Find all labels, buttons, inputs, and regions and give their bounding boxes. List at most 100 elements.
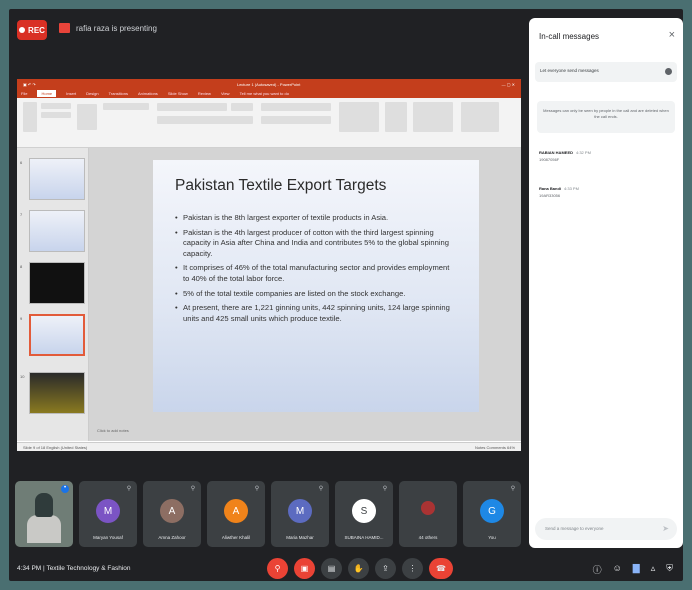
slide-bullets: Pakistan is the 8th largest exporter of … <box>175 213 457 324</box>
participant-name: Amna Zahoor <box>158 535 186 540</box>
avatar: S <box>352 499 376 523</box>
participant-tile-self[interactable]: • <box>15 481 73 547</box>
slide-thumbnail[interactable] <box>29 210 85 252</box>
meeting-details: 4:34 PM | Textile Technology & Fashion <box>17 565 131 572</box>
speaking-icon: • <box>61 485 69 493</box>
thumb-number: 9 <box>20 316 23 321</box>
message-text: 19087056F <box>539 157 560 162</box>
recording-badge[interactable]: REC <box>17 20 47 40</box>
ppt-tab[interactable]: Slide Show <box>168 91 188 96</box>
font-size-select[interactable] <box>231 103 253 111</box>
ppt-tab[interactable]: Design <box>86 91 98 96</box>
new-slide-button[interactable] <box>77 104 97 130</box>
ppt-tab[interactable]: Insert <box>66 91 76 96</box>
participant-tile[interactable]: ⚲ A Amna Zahoor <box>143 481 201 547</box>
participant-name: You <box>488 535 496 540</box>
chat-input-placeholder: Send a message to everyone <box>545 526 604 531</box>
arrange-button[interactable] <box>385 102 407 132</box>
avatar: G <box>480 499 504 523</box>
participant-name: 44 others <box>418 535 438 540</box>
slide-editor: Pakistan Textile Export Targets Pakistan… <box>89 148 521 441</box>
paste-button[interactable] <box>23 102 37 132</box>
bottom-bar: 4:34 PM | Textile Technology & Fashion ⚲… <box>9 557 683 581</box>
chat-panel: In-call messages × Let everyone send mes… <box>529 18 683 548</box>
participant-tile-others[interactable]: 44 others <box>399 481 457 547</box>
shared-screen: ▣ ↶ ↷ Lecture 1 (Autosaved) - PowerPoint… <box>17 79 521 451</box>
chat-input[interactable]: Send a message to everyone ➤ <box>535 518 677 540</box>
layout-button[interactable] <box>103 103 149 110</box>
participant-strip: • ⚲ M Maryan Yousaf ⚲ A Amna Zahoor ⚲ A … <box>15 481 521 549</box>
editing-buttons[interactable] <box>461 102 499 132</box>
paragraph-buttons[interactable] <box>261 103 331 111</box>
raise-hand-button[interactable]: ✋ <box>348 558 369 579</box>
avatar: M <box>96 499 120 523</box>
participant-name: SUBAINA HAMID... <box>344 535 384 540</box>
others-avatar-stack-icon <box>421 501 435 515</box>
mic-off-icon: ⚲ <box>510 486 516 492</box>
ppt-tab[interactable]: Review <box>198 91 211 96</box>
slide-thumbnail-selected[interactable] <box>29 314 85 356</box>
close-icon[interactable]: × <box>669 29 675 41</box>
toggle-switch-icon[interactable] <box>665 68 672 75</box>
shape-style-buttons[interactable] <box>413 102 453 132</box>
slide-thumbnail[interactable] <box>29 262 85 304</box>
thumb-number: 8 <box>20 264 23 269</box>
participant-tile[interactable]: ⚲ M Maria Mazhar <box>271 481 329 547</box>
notes-pane[interactable]: Click to add notes <box>97 428 129 433</box>
ppt-tell-me[interactable]: Tell me what you want to do <box>240 91 289 96</box>
separator: | <box>43 565 45 572</box>
more-options-button[interactable]: ⋮ <box>402 558 423 579</box>
ppt-tab[interactable]: Animations <box>138 91 158 96</box>
shapes-gallery[interactable] <box>339 102 379 132</box>
send-icon[interactable]: ➤ <box>662 524 669 533</box>
avatar: A <box>160 499 184 523</box>
host-controls-icon[interactable]: ⛨ <box>666 563 673 576</box>
chat-info-note: Messages can only be seen by people in t… <box>537 101 675 133</box>
ppt-tab[interactable]: File <box>21 91 27 96</box>
mic-off-button[interactable]: ⚲ <box>267 558 288 579</box>
participant-tile[interactable]: ⚲ S SUBAINA HAMID... <box>335 481 393 547</box>
leave-call-button[interactable]: ☎ <box>429 558 453 579</box>
participant-tile[interactable]: ⚲ G You <box>463 481 521 547</box>
participant-name: Aliwther Khalil <box>221 535 251 540</box>
ppt-status-bar: Slide 9 of 18 English (United States) No… <box>17 442 521 451</box>
chat-message: Rana Bandi 4:33 PM 19AR33056 <box>539 186 579 198</box>
ppt-window-title: Lecture 1 (Autosaved) - PowerPoint <box>236 81 301 87</box>
slide-title: Pakistan Textile Export Targets <box>175 177 387 194</box>
align-buttons[interactable] <box>261 116 331 124</box>
participant-tile[interactable]: ⚲ A Aliwther Khalil <box>207 481 265 547</box>
info-icon[interactable]: ⓘ <box>593 563 602 576</box>
participant-tile[interactable]: ⚲ M Maryan Yousaf <box>79 481 137 547</box>
copy-button[interactable] <box>41 112 71 118</box>
current-slide[interactable]: Pakistan Textile Export Targets Pakistan… <box>153 160 479 412</box>
presenting-text: rafia raza is presenting <box>76 23 157 33</box>
message-text: 19AR33056 <box>539 193 561 198</box>
chat-permission-toggle[interactable]: Let everyone send messages <box>535 62 677 82</box>
slide-bullet: At present, there are 1,221 ginning unit… <box>175 303 457 324</box>
ppt-tab[interactable]: View <box>221 91 230 96</box>
people-icon[interactable]: ☺ <box>613 563 622 576</box>
activities-icon[interactable]: ▵ <box>651 563 656 576</box>
camera-off-button[interactable]: ▣ <box>294 558 315 579</box>
participant-name: Maria Mazhar <box>286 535 314 540</box>
mic-off-icon: ⚲ <box>126 486 132 492</box>
meeting-time: 4:34 PM <box>17 565 42 572</box>
message-time: 4:33 PM <box>564 186 579 191</box>
thumb-number: 10 <box>20 374 25 379</box>
ppt-tab[interactable]: Transitions <box>109 91 128 96</box>
side-controls: ⓘ ☺ ▇ ▵ ⛨ <box>593 563 673 576</box>
meeting-name: Textile Technology & Fashion <box>46 565 131 572</box>
slide-thumbnail[interactable] <box>29 158 85 200</box>
ppt-window-controls: — ▢ ✕ <box>501 81 515 87</box>
present-button[interactable]: ⇪ <box>375 558 396 579</box>
font-format-buttons[interactable] <box>157 116 253 124</box>
record-dot-icon <box>19 27 26 33</box>
ppt-quick-access: ▣ ↶ ↷ <box>23 81 36 87</box>
person-body <box>27 515 61 543</box>
cut-button[interactable] <box>41 103 71 109</box>
slide-thumbnail[interactable] <box>29 372 85 414</box>
chat-icon[interactable]: ▇ <box>633 563 640 576</box>
ppt-tab-active[interactable]: Home <box>37 90 57 97</box>
captions-button[interactable]: ▤ <box>321 558 342 579</box>
font-name-select[interactable] <box>157 103 227 111</box>
